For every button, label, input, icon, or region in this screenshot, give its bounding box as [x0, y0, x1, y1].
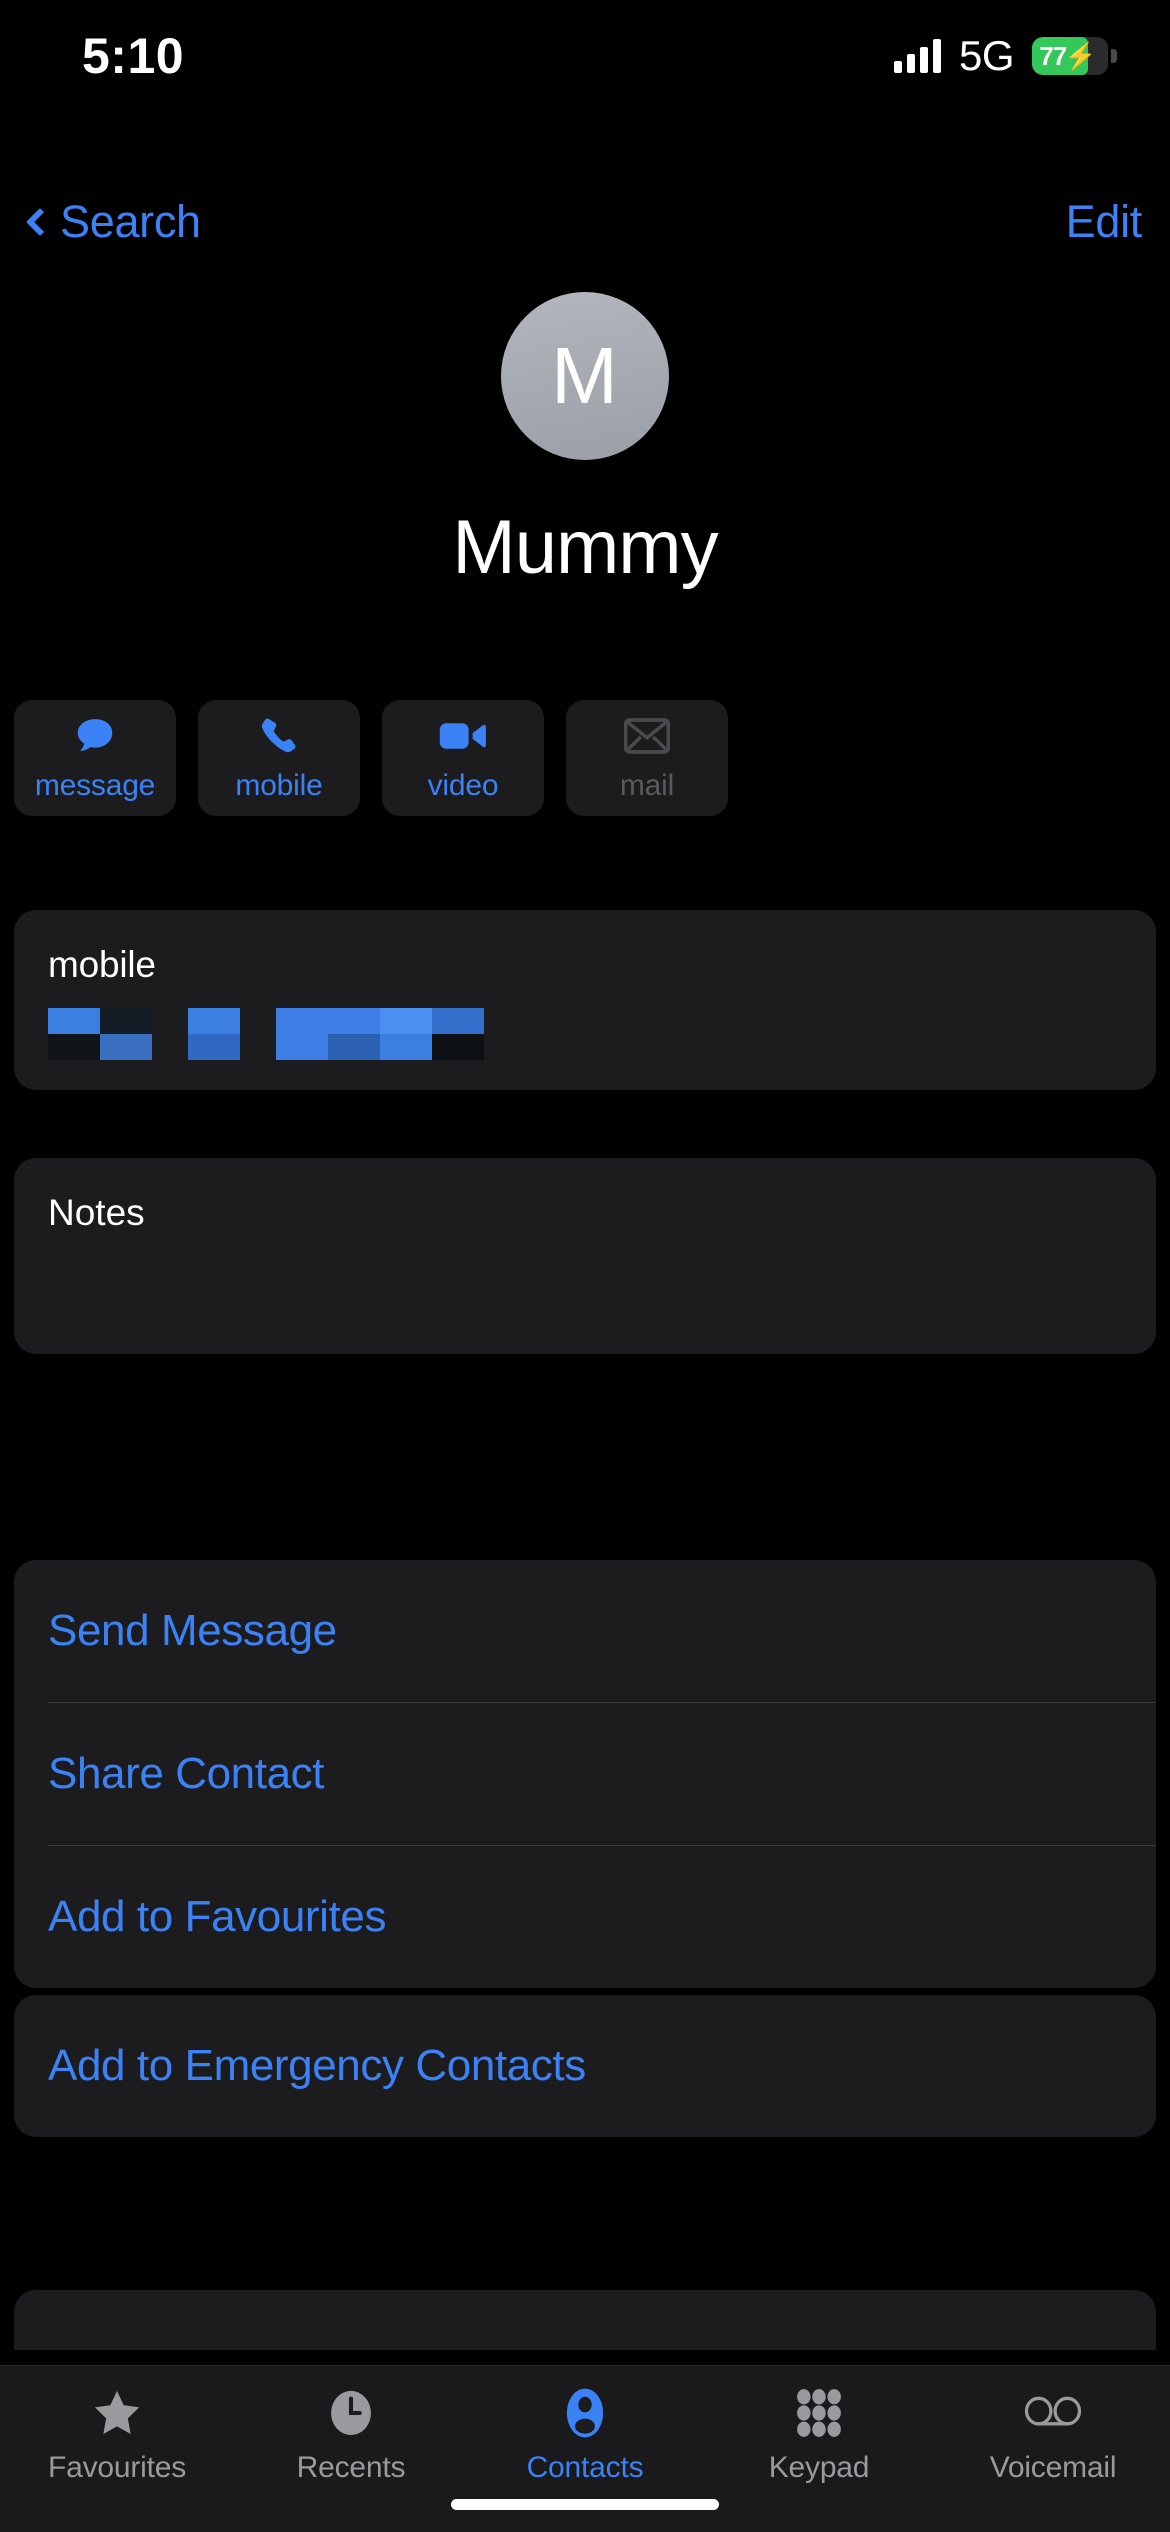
avatar[interactable]: M — [501, 292, 669, 460]
quick-action-message[interactable]: message — [14, 700, 176, 816]
quick-action-label: mobile — [235, 769, 323, 802]
status-time: 5:10 — [82, 28, 185, 84]
action-link-label: Send Message — [48, 1606, 337, 1655]
add-to-favourites-button[interactable]: Add to Favourites — [14, 1846, 1156, 1988]
quick-action-mobile[interactable]: mobile — [198, 700, 360, 816]
charging-bolt-icon: ⚡ — [1064, 40, 1097, 71]
battery-percent-label: 77 — [1039, 40, 1067, 71]
cellular-signal-icon — [893, 39, 941, 73]
tab-favourites[interactable]: Favourites — [0, 2384, 234, 2485]
share-contact-button[interactable]: Share Contact — [14, 1703, 1156, 1845]
home-indicator[interactable] — [451, 2499, 719, 2510]
navigation-bar: Search Edit — [0, 186, 1170, 258]
quick-action-row: message mobile video mail — [14, 700, 1156, 816]
status-bar: 5:10 5G 77 ⚡ — [0, 0, 1170, 112]
tab-label: Contacts — [526, 2451, 644, 2484]
person-icon — [559, 2384, 611, 2442]
battery-cap — [1111, 49, 1117, 63]
action-links-card: Send Message Share Contact Add to Favour… — [14, 1560, 1156, 1988]
quick-action-label: mail — [619, 769, 675, 802]
keypad-icon — [793, 2384, 845, 2442]
clock-icon — [325, 2384, 377, 2442]
action-link-label: Add to Favourites — [48, 1892, 387, 1941]
battery-icon: 77 ⚡ — [1032, 37, 1117, 75]
tab-label: Favourites — [47, 2451, 187, 2484]
back-button-label: Search — [60, 196, 201, 247]
contact-detail-screen: 5:10 5G 77 ⚡ Search Edit M Mummy message… — [0, 0, 1170, 2532]
tab-label: Voicemail — [989, 2451, 1117, 2484]
quick-action-video[interactable]: video — [382, 700, 544, 816]
phone-field-label: mobile — [48, 944, 156, 985]
star-icon — [90, 2384, 144, 2442]
notes-card[interactable]: Notes — [14, 1158, 1156, 1354]
phone-icon — [257, 713, 301, 759]
quick-action-label: video — [427, 769, 499, 802]
page-title: Mummy — [452, 505, 718, 590]
envelope-icon — [624, 713, 670, 759]
back-button[interactable]: Search — [18, 196, 201, 248]
tab-label: Recents — [296, 2451, 406, 2484]
message-bubble-icon — [72, 713, 118, 759]
send-message-button[interactable]: Send Message — [14, 1560, 1156, 1702]
phone-number-redacted — [14, 986, 1156, 1090]
contact-header: M Mummy — [0, 292, 1170, 591]
notes-value[interactable] — [14, 1234, 1156, 1354]
quick-action-mail: mail — [566, 700, 728, 816]
quick-action-label: message — [34, 769, 156, 802]
voicemail-icon — [1024, 2384, 1082, 2442]
edit-button[interactable]: Edit — [1066, 196, 1143, 248]
tab-label: Keypad — [768, 2451, 870, 2484]
avatar-initial: M — [551, 331, 619, 420]
phone-number-card[interactable]: mobile — [14, 910, 1156, 1090]
tab-voicemail[interactable]: Voicemail — [936, 2384, 1170, 2485]
next-card-peek[interactable] — [14, 2290, 1156, 2350]
chevron-left-icon — [25, 207, 55, 237]
action-link-label: Add to Emergency Contacts — [48, 2041, 586, 2090]
status-indicators: 5G 77 ⚡ — [893, 32, 1117, 80]
notes-label: Notes — [48, 1192, 145, 1233]
tab-contacts[interactable]: Contacts — [468, 2384, 702, 2485]
tab-recents[interactable]: Recents — [234, 2384, 468, 2485]
action-link-label: Share Contact — [48, 1749, 325, 1798]
tab-keypad[interactable]: Keypad — [702, 2384, 936, 2485]
video-camera-icon — [439, 713, 487, 759]
network-type-label: 5G — [958, 32, 1015, 79]
add-to-emergency-contacts-button[interactable]: Add to Emergency Contacts — [14, 1995, 1156, 2137]
emergency-contacts-card: Add to Emergency Contacts — [14, 1995, 1156, 2137]
